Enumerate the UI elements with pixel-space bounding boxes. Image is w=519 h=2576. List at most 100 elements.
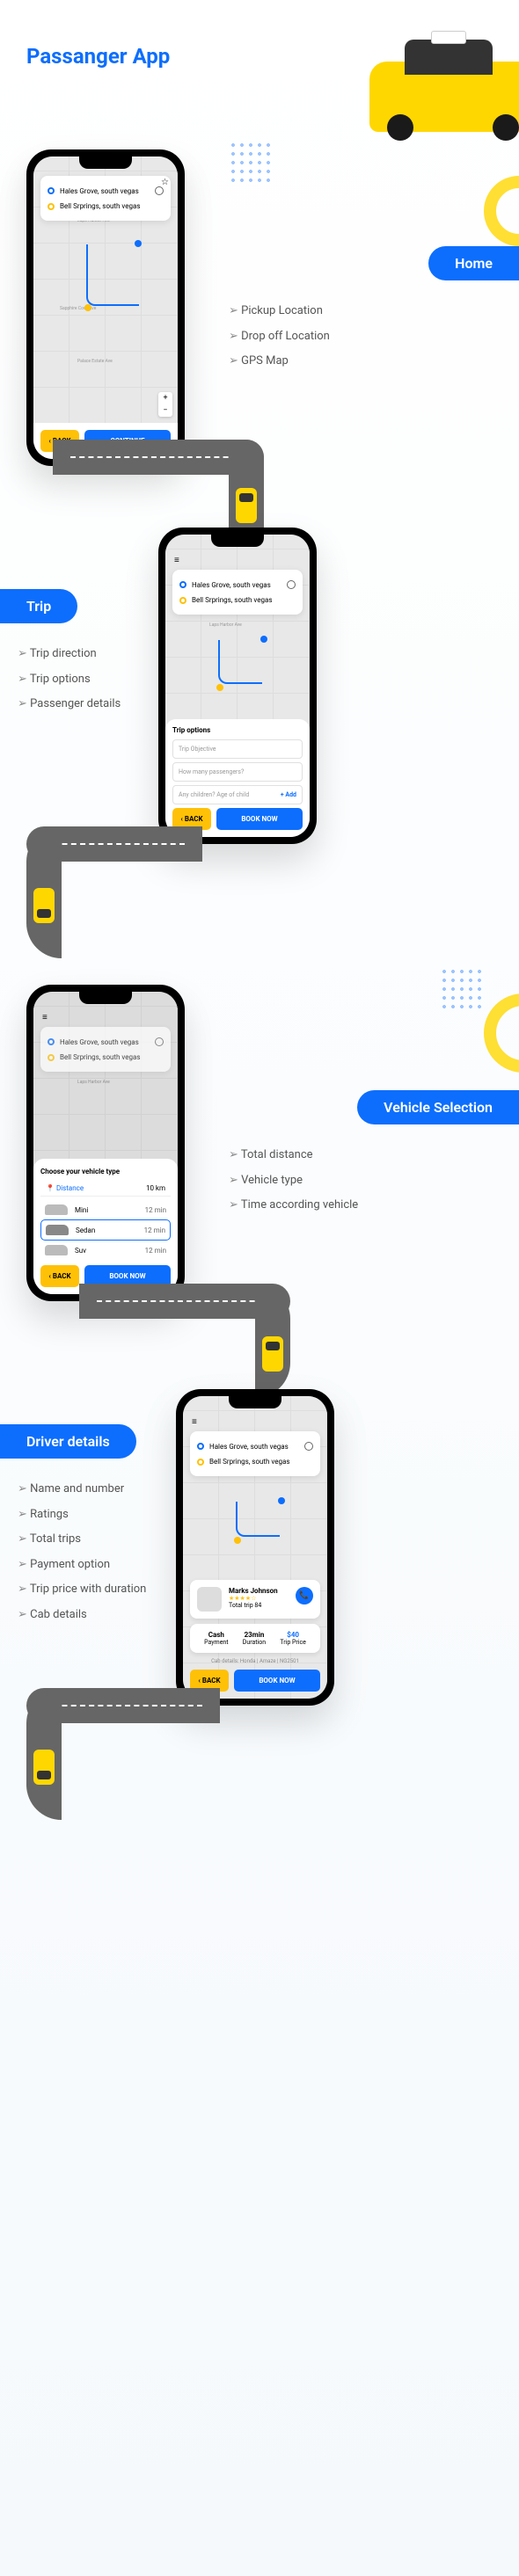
pickup-pin (278, 1497, 285, 1504)
drop-dot-icon (197, 1459, 204, 1466)
trip-options-title: Trip options (172, 726, 303, 734)
feature-list-trip: Trip direction Trip options Passenger de… (18, 642, 121, 717)
phone-driver: ≡ Hales Grove, south vegas Bell Srprings… (176, 1389, 334, 1706)
payment-stat: CashPayment (204, 1631, 228, 1646)
trip-options-panel: Trip options Trip Objective How many pas… (165, 719, 310, 837)
drop-address: Bell Srprings, south vegas (60, 1053, 140, 1061)
vehicle-option-sedan[interactable]: Sedan 12 min (40, 1219, 171, 1241)
back-button[interactable]: ‹ BACK (40, 1265, 79, 1287)
driver-panel: Marks Johnson ★★★★☆ Total trip 84 📞 Cash… (183, 1573, 327, 1699)
taxi-hero-image (369, 26, 519, 141)
notch (79, 992, 132, 1004)
street-label: Palace Estate Ave (77, 359, 113, 364)
driver-rating: ★★★★☆ (229, 1595, 289, 1602)
street-label: Laps Harbor Ave (77, 1080, 110, 1085)
passengers-input[interactable]: How many passengers? (172, 762, 303, 782)
page-title: Passanger App (26, 44, 170, 69)
taxi-icon (33, 888, 55, 923)
decoration-circle (484, 176, 519, 246)
pickup-pin (260, 636, 267, 643)
duration-stat: 23minDuration (243, 1631, 266, 1646)
feature-list-driver: Name and number Ratings Total trips Paym… (18, 1477, 146, 1628)
drop-address: Bell Srprings, south vegas (60, 202, 140, 210)
book-now-button[interactable]: BOOK NOW (234, 1670, 320, 1692)
cab-details: Cab details: Honda | Amaze | NG2501 (190, 1658, 320, 1664)
menu-icon[interactable]: ≡ (192, 1417, 197, 1427)
section-tab-driver: Driver details (0, 1424, 136, 1459)
zoom-in[interactable]: + (158, 392, 172, 404)
pickup-address: Hales Grove, south vegas (60, 187, 139, 195)
add-button[interactable]: + Add (281, 791, 296, 798)
distance-value: 10 km (146, 1184, 165, 1192)
favorite-icon[interactable]: ☆ (161, 178, 169, 187)
vehicle-time: 12 min (144, 1226, 165, 1234)
taxi-icon (236, 488, 257, 523)
feature-list-vehicle: Total distance Vehicle type Time accordi… (229, 1143, 358, 1219)
decoration-circle (484, 993, 519, 1073)
decoration-dots (229, 141, 273, 185)
vehicle-option-mini[interactable]: Mini 12 min (40, 1200, 171, 1219)
drop-pin (234, 1537, 241, 1544)
pickup-address: Hales Grove, south vegas (209, 1443, 289, 1451)
vehicle-panel-title: Choose your vehicle type (40, 1168, 171, 1175)
drop-address: Bell Srprings, south vegas (209, 1458, 289, 1466)
phone-trip: Laps Harbor Ave ≡ Hales Grove, south veg… (158, 528, 317, 844)
decoration-dots (440, 967, 484, 1011)
vehicle-name: Mini (75, 1206, 88, 1214)
taxi-icon (262, 1336, 283, 1372)
vehicle-panel: Choose your vehicle type 📍 Distance 10 k… (33, 1159, 178, 1294)
phone-vehicle: Laps Harbor Ave ≡ Hales Grove, south veg… (26, 985, 185, 1301)
zoom-control: + − (158, 392, 172, 417)
book-now-button[interactable]: BOOK NOW (216, 808, 303, 830)
notch (211, 535, 264, 547)
address-card: Hales Grove, south vegas Bell Srprings, … (40, 1027, 171, 1072)
pickup-dot-icon (179, 581, 186, 588)
vehicle-time: 12 min (145, 1247, 166, 1255)
pickup-address: Hales Grove, south vegas (60, 1038, 139, 1046)
menu-icon[interactable]: ≡ (42, 1013, 48, 1022)
car-icon (45, 1245, 68, 1255)
driver-avatar (197, 1587, 222, 1612)
vehicle-name: Sedan (76, 1226, 95, 1234)
pickup-pin (135, 240, 142, 247)
distance-row: 📍 Distance 10 km (40, 1181, 171, 1197)
pickup-dot-icon (48, 1038, 55, 1045)
address-card: Hales Grove, south vegas Bell Srprings, … (40, 176, 171, 221)
route-line (236, 1502, 280, 1537)
vehicle-option-suv[interactable]: Suv 12 min (40, 1241, 171, 1260)
section-tab-trip: Trip (0, 589, 77, 623)
street-label: Laps Harbor Ave (209, 622, 242, 628)
distance-label: Distance (56, 1184, 84, 1192)
drop-pin (216, 684, 223, 691)
call-button[interactable]: 📞 (296, 1587, 313, 1605)
driver-trips: Total trip 84 (229, 1602, 289, 1609)
trip-objective-input[interactable]: Trip Objective (172, 739, 303, 759)
pickup-address: Hales Grove, south vegas (192, 581, 271, 589)
drop-dot-icon (179, 597, 186, 604)
pickup-dot-icon (197, 1443, 204, 1450)
zoom-out[interactable]: − (158, 404, 172, 417)
drop-pin (84, 304, 91, 311)
target-icon[interactable] (155, 1037, 164, 1046)
drop-dot-icon (48, 1054, 55, 1061)
driver-card: Marks Johnson ★★★★☆ Total trip 84 📞 (190, 1580, 320, 1619)
price-stat: $40Trip Price (280, 1631, 306, 1646)
section-tab-vehicle: Vehicle Selection (357, 1090, 519, 1124)
target-icon[interactable] (287, 580, 296, 589)
drop-address: Bell Srprings, south vegas (192, 596, 272, 604)
menu-icon[interactable]: ≡ (174, 556, 179, 565)
children-input[interactable]: Any children? Age of child+ Add (172, 785, 303, 804)
target-icon[interactable] (155, 186, 164, 195)
target-icon[interactable] (304, 1442, 313, 1451)
car-icon (45, 1204, 68, 1215)
trip-stats: CashPayment 23minDuration $40Trip Price (190, 1624, 320, 1653)
notch (229, 1396, 281, 1408)
address-card: Hales Grove, south vegas Bell Srprings, … (190, 1431, 320, 1476)
feature-list-home: Pickup Location Drop off Location GPS Ma… (229, 299, 330, 375)
car-icon (46, 1225, 69, 1235)
vehicle-time: 12 min (145, 1206, 166, 1214)
address-card: Hales Grove, south vegas Bell Srprings, … (172, 570, 303, 615)
vehicle-name: Suv (75, 1247, 86, 1255)
taxi-icon (33, 1750, 55, 1785)
pickup-dot-icon (48, 187, 55, 194)
